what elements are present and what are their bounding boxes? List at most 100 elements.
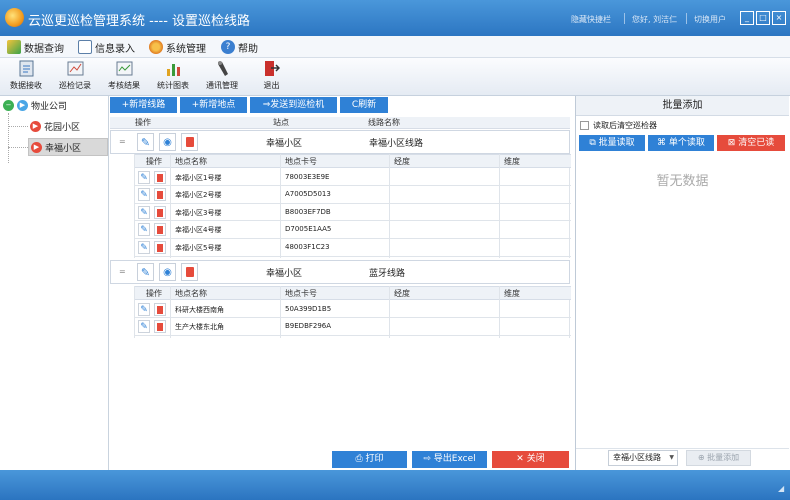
- expand-toggle-icon[interactable]: =: [119, 267, 126, 276]
- device-icon: [217, 61, 228, 76]
- tool-data-receive[interactable]: 数据接收: [10, 60, 42, 91]
- edit-point-button[interactable]: ✎: [138, 171, 150, 184]
- point-card: B8003EF7DB: [285, 208, 331, 216]
- bar-chart-icon: [166, 64, 180, 76]
- edit-route-button[interactable]: ✎: [137, 133, 154, 151]
- point-card: A7005D5013: [285, 190, 331, 198]
- resize-grip-icon[interactable]: ◢: [778, 484, 784, 493]
- app-logo: [5, 8, 24, 27]
- points-header-card: 地点卡号: [285, 157, 317, 166]
- printer-icon: ⎙: [355, 454, 366, 464]
- delete-point-button[interactable]: [154, 171, 166, 184]
- clear-read-button[interactable]: ⊠ 清空已读: [717, 135, 785, 151]
- edit-point-button[interactable]: ✎: [138, 303, 150, 316]
- tool-communication-management[interactable]: 通讯管理: [206, 60, 238, 91]
- close-window-button[interactable]: ×: [772, 11, 786, 25]
- delete-point-button[interactable]: [154, 320, 166, 333]
- tool-assessment-results[interactable]: 考核结果: [108, 60, 140, 91]
- close-button[interactable]: ✕ 关闭: [492, 451, 569, 468]
- add-icon: ⊕: [697, 453, 708, 462]
- tool-inspection-records[interactable]: 巡检记录: [59, 60, 91, 91]
- tool-statistics-charts[interactable]: 统计图表: [157, 60, 189, 91]
- add-route-button[interactable]: +新增线路: [110, 97, 177, 113]
- edit-point-button[interactable]: ✎: [138, 188, 150, 201]
- title-separator: [624, 13, 625, 24]
- points-header-latitude: 维度: [504, 289, 520, 298]
- export-excel-button[interactable]: ⇨ 导出Excel: [412, 451, 487, 468]
- divider: [576, 448, 789, 449]
- tree-node-root[interactable]: − ▶ 物业公司: [3, 99, 67, 112]
- minimize-button[interactable]: _: [740, 11, 754, 25]
- delete-point-button[interactable]: [154, 303, 166, 316]
- point-card: D7005E1AA5: [285, 225, 332, 233]
- checkbox-label: 读取后清空巡检器: [593, 121, 657, 130]
- empty-state-text: 暂无数据: [656, 174, 709, 189]
- edit-point-button[interactable]: ✎: [138, 241, 150, 254]
- menu-system-management[interactable]: 系统管理: [149, 39, 206, 55]
- play-icon: ▶: [30, 121, 41, 132]
- table-row[interactable]: ✎ 幸福小区5号楼 48003F1C23: [135, 239, 571, 257]
- expand-toggle-icon[interactable]: =: [119, 137, 126, 146]
- locate-route-button[interactable]: ◉: [159, 133, 176, 151]
- table-row[interactable]: ✎ 幸福小区4号楼 D7005E1AA5: [135, 221, 571, 239]
- tool-exit[interactable]: 退出: [263, 60, 280, 91]
- delete-point-button[interactable]: [154, 188, 166, 201]
- tool-label: 数据接收: [10, 81, 42, 90]
- tree-connector: [8, 147, 28, 148]
- trash-icon: [157, 208, 163, 217]
- data-receive-icon: [19, 60, 33, 77]
- table-row[interactable]: ✎ 幸福小区3号楼 B8003EF7DB: [135, 204, 571, 221]
- tool-label: 退出: [263, 81, 280, 90]
- send-to-device-button[interactable]: ⇒发送到巡检机: [250, 97, 337, 113]
- edit-route-button[interactable]: ✎: [137, 263, 154, 281]
- edit-point-button[interactable]: ✎: [138, 206, 150, 219]
- points-header-longitude: 经度: [394, 289, 410, 298]
- batch-add-button[interactable]: ⊕ 批量添加: [686, 450, 751, 466]
- route-row[interactable]: = ✎ ◉ 幸福小区 蓝牙线路: [110, 260, 570, 284]
- delete-route-button[interactable]: [181, 133, 198, 151]
- edit-point-button[interactable]: ✎: [138, 320, 150, 333]
- trash-icon: [157, 305, 163, 314]
- delete-point-button[interactable]: [154, 241, 166, 254]
- table-row[interactable]: ✎ 生产大楼东北角 B9EDBF296A: [135, 318, 571, 336]
- edit-point-button[interactable]: ✎: [138, 223, 150, 236]
- trash-icon: [157, 173, 163, 182]
- single-read-button[interactable]: ⌘ 单个读取: [648, 135, 714, 151]
- refresh-button[interactable]: C刷新: [340, 97, 388, 113]
- table-row[interactable]: ✎ 幸福小区2号楼 A7005D5013: [135, 186, 571, 204]
- maximize-button[interactable]: □: [756, 11, 770, 25]
- route-select[interactable]: 幸福小区线路 ▼: [608, 450, 678, 466]
- scan-icon: ⌘: [657, 138, 669, 148]
- menu-help[interactable]: ? 帮助: [221, 39, 258, 55]
- gear-icon: [149, 40, 163, 54]
- route-station: 幸福小区: [266, 139, 303, 149]
- locate-route-button[interactable]: ◉: [159, 263, 176, 281]
- exit-icon: [265, 61, 280, 76]
- add-point-button[interactable]: +新增地点: [180, 97, 247, 113]
- route-row[interactable]: = ✎ ◉ 幸福小区 幸福小区线路: [110, 130, 570, 154]
- delete-point-button[interactable]: [154, 206, 166, 219]
- print-button[interactable]: ⎙ 打印: [332, 451, 407, 468]
- user-greeting: 您好, 刘洁仁: [632, 15, 678, 24]
- grid-header-actions: 操作: [135, 118, 151, 127]
- clear-icon: ⊠: [727, 138, 739, 148]
- menu-data-query[interactable]: 数据查询: [7, 39, 64, 55]
- menu-info-entry[interactable]: 信息录入: [78, 39, 135, 55]
- clear-after-read-checkbox[interactable]: [580, 121, 589, 130]
- print-label: 打印: [365, 454, 384, 464]
- tree-node-happiness-community[interactable]: ▶ 幸福小区: [28, 138, 108, 156]
- delete-point-button[interactable]: [154, 223, 166, 236]
- switch-user-link[interactable]: 切换用户: [694, 14, 726, 25]
- hide-shortcut-bar-link[interactable]: 隐藏快捷栏: [571, 14, 611, 25]
- title-separator: [686, 13, 687, 24]
- clear-after-read-option[interactable]: 读取后清空巡检器: [580, 120, 657, 131]
- trash-icon: [157, 225, 163, 234]
- table-row[interactable]: ✎ 科研大楼西南角 50A399D1B5: [135, 301, 571, 318]
- table-row[interactable]: ✎ 幸福小区1号楼 78003E3E9E: [135, 169, 571, 186]
- tree-node-garden-community[interactable]: ▶ 花园小区: [30, 120, 80, 133]
- delete-route-button[interactable]: [181, 263, 198, 281]
- export-label: 导出Excel: [433, 454, 476, 464]
- batch-read-button[interactable]: ⧉ 批量读取: [579, 135, 645, 151]
- pencil-icon: ✎: [140, 321, 148, 332]
- point-name: 幸福小区3号楼: [175, 209, 222, 217]
